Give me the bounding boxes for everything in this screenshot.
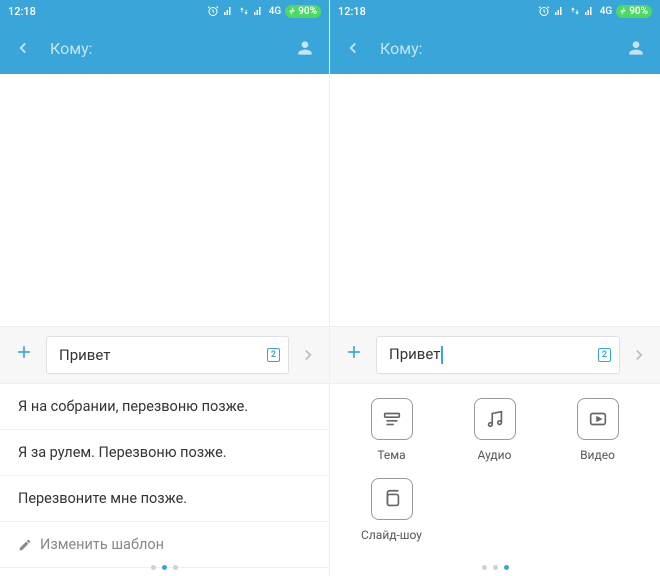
page-indicator [330, 565, 660, 570]
person-icon [295, 38, 315, 58]
status-icons: 4G 90% [207, 5, 321, 18]
attach-panel: Тема Аудио Видео [330, 384, 660, 576]
data-arrows-icon [239, 5, 249, 17]
video-icon [577, 398, 619, 440]
page-dot-active [504, 565, 509, 570]
sim-selector[interactable]: 2 [598, 348, 611, 362]
message-input[interactable]: Привет 2 [376, 336, 620, 374]
status-time: 12:18 [338, 5, 366, 18]
attach-slideshow[interactable]: Слайд-шоу [340, 478, 443, 542]
plus-icon [344, 342, 364, 362]
battery-indicator: 90% [616, 5, 652, 18]
data-arrows-icon [570, 5, 580, 17]
to-field-label[interactable]: Кому: [50, 39, 295, 58]
person-icon [626, 38, 646, 58]
send-button[interactable] [299, 346, 317, 364]
attach-audio[interactable]: Аудио [443, 398, 546, 462]
status-icons: 4G 90% [538, 5, 652, 18]
status-time: 12:18 [8, 5, 36, 18]
template-item[interactable]: Перезвоните мне позже. [0, 476, 329, 522]
add-contact-button[interactable] [295, 38, 315, 58]
network-label: 4G [269, 6, 282, 17]
attach-label: Тема [377, 448, 405, 462]
signal-icon-2 [253, 5, 265, 17]
attach-theme[interactable]: Тема [340, 398, 443, 462]
back-button[interactable] [344, 39, 362, 57]
attach-label: Аудио [478, 448, 512, 462]
signal-icon [554, 5, 566, 17]
status-bar: 12:18 4G 90% [0, 0, 329, 22]
battery-indicator: 90% [285, 5, 321, 18]
theme-icon [371, 398, 413, 440]
page-dot-active [162, 565, 167, 570]
compose-header: Кому: [330, 22, 660, 74]
alarm-icon [538, 5, 550, 17]
phone-right: 12:18 4G 90% Кому: [330, 0, 660, 576]
edit-templates-button[interactable]: Изменить шаблон [0, 522, 329, 568]
sim-selector[interactable]: 2 [267, 348, 280, 362]
attach-label: Слайд-шоу [361, 528, 422, 542]
template-item[interactable]: Я на собрании, перезвоню позже. [0, 384, 329, 430]
attach-button[interactable] [342, 342, 366, 368]
attach-label: Видео [580, 448, 615, 462]
network-label: 4G [600, 6, 613, 17]
message-input[interactable]: Привет 2 [46, 336, 289, 374]
page-dot [173, 565, 178, 570]
add-contact-button[interactable] [626, 38, 646, 58]
signal-icon [223, 5, 235, 17]
message-input-text: Привет [389, 345, 598, 364]
back-button[interactable] [14, 39, 32, 57]
template-item[interactable]: Я за рулем. Перезвоню позже. [0, 430, 329, 476]
phone-left: 12:18 4G 90% Кому: [0, 0, 330, 576]
compose-bar: Привет 2 [0, 326, 329, 384]
message-area [330, 74, 660, 326]
page-dot [482, 565, 487, 570]
page-indicator [0, 565, 329, 570]
compose-header: Кому: [0, 22, 329, 74]
chevron-right-icon [630, 346, 648, 364]
plus-icon [14, 342, 34, 362]
compose-bar: Привет 2 [330, 326, 660, 384]
alarm-icon [207, 5, 219, 17]
page-dot [493, 565, 498, 570]
attach-button[interactable] [12, 342, 36, 368]
audio-icon [474, 398, 516, 440]
templates-panel: Я на собрании, перезвоню позже. Я за рул… [0, 384, 329, 576]
to-field-label[interactable]: Кому: [380, 39, 626, 58]
chevron-left-icon [344, 39, 362, 57]
signal-icon-2 [584, 5, 596, 17]
message-area [0, 74, 329, 326]
send-button[interactable] [630, 346, 648, 364]
status-bar: 12:18 4G 90% [330, 0, 660, 22]
chevron-right-icon [299, 346, 317, 364]
chevron-left-icon [14, 39, 32, 57]
attach-video[interactable]: Видео [546, 398, 649, 462]
pencil-icon [18, 538, 32, 552]
message-input-text: Привет [59, 346, 267, 364]
page-dot [151, 565, 156, 570]
slideshow-icon [371, 478, 413, 520]
